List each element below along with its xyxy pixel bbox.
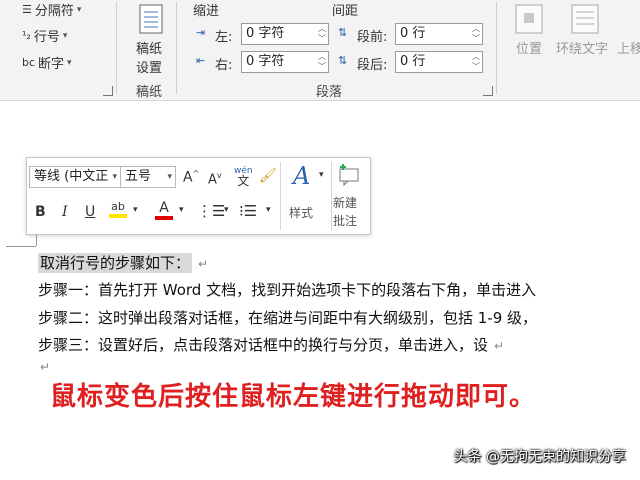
chevron-down-icon[interactable]: ▾ [133, 205, 138, 215]
paragraph-mark-icon: ↵ [198, 257, 209, 271]
spinner-arrows-icon[interactable]: ︿ ﹀ [318, 24, 326, 44]
breaks-button[interactable]: ☰ 分隔符 ▾ [22, 0, 81, 19]
hyphenation-icon: bc [22, 56, 36, 69]
paragraph-mark-icon: ↵ [494, 339, 505, 353]
breaks-label: 分隔符 [34, 4, 74, 19]
font-color-icon[interactable]: A [155, 200, 173, 220]
bold-icon[interactable]: B [35, 204, 46, 220]
phonetic-guide-icon[interactable]: wén 文 [234, 166, 253, 188]
margin-corner-mark [6, 246, 36, 247]
font-size-value: 五号 [125, 169, 152, 184]
indent-left-input[interactable]: 0 字符 ︿ ﹀ [241, 23, 329, 45]
space-before-label: 段前: [357, 30, 388, 45]
toolbar-divider [280, 162, 281, 230]
wrap-text-icon [571, 4, 599, 34]
indent-left-value: 0 字符 [246, 26, 285, 41]
space-before-input[interactable]: 0 行 ︿ ﹀ [395, 23, 483, 45]
underline-icon[interactable]: U [85, 204, 95, 220]
spinner-arrows-icon[interactable]: ︿ ﹀ [472, 52, 480, 72]
doc-line-4[interactable]: 步骤三：设置好后，点击段落对话框中的换行与分页，单击进入，设 ↵ [38, 334, 504, 355]
manuscript-settings-line2[interactable]: 设置 [136, 57, 162, 76]
spacing-header: 间距 [332, 4, 359, 19]
ribbon: ☰ 分隔符 ▾ ¹₂ 行号 ▾ bc 断字 ▾ 稿纸 设置 稿纸 缩进 间距 ⇥… [0, 0, 640, 101]
paragraph-mark-icon: ↵ [40, 360, 51, 374]
bullets-icon[interactable]: ⋮☰ [197, 202, 225, 220]
indent-right-icon: ⇤ [196, 54, 206, 67]
indent-left-label: 左: [215, 30, 233, 45]
wrap-text-button[interactable]: 环绕文字 [556, 38, 608, 57]
manuscript-settings-line1[interactable]: 稿纸 [136, 38, 162, 57]
chevron-down-icon: ▾ [76, 4, 82, 15]
space-before-icon: ⇅ [338, 26, 348, 39]
spinner-arrows-icon[interactable]: ︿ ﹀ [472, 24, 480, 44]
format-painter-icon[interactable]: 🖌 [259, 168, 277, 184]
line-numbers-label: 行号 [33, 30, 60, 45]
grow-font-icon[interactable]: A^ [183, 169, 199, 186]
indent-header: 缩进 [193, 4, 220, 19]
doc-line-2[interactable]: 步骤一：首先打开 Word 文档，找到开始选项卡下的段落右下角，单击进入 [38, 279, 536, 300]
mini-toolbar: 等线 (中文正 ▾ 五号 ▾ A^ Av wén 文 🖌 B I U ab ▾ A… [26, 157, 371, 235]
numbering-icon[interactable]: ⁝☰ [239, 202, 257, 220]
page-setup-launcher[interactable] [103, 86, 113, 96]
group-divider [496, 2, 497, 94]
indent-left-icon: ⇥ [196, 26, 206, 39]
new-comment-line1[interactable]: 新建 [333, 194, 357, 211]
selected-text[interactable]: 取消行号的步骤如下： [38, 253, 193, 273]
font-size-select[interactable]: 五号 ▾ [120, 166, 176, 188]
chevron-down-icon[interactable]: ▾ [266, 205, 271, 215]
chevron-down-icon[interactable]: ▾ [224, 205, 229, 215]
chevron-down-icon: ▾ [112, 172, 117, 182]
new-comment-icon[interactable] [337, 164, 361, 186]
space-after-input[interactable]: 0 行 ︿ ﹀ [395, 51, 483, 73]
space-after-label: 段后: [357, 58, 388, 73]
manuscript-icon [139, 4, 163, 34]
manuscript-group-label: 稿纸 [136, 85, 163, 100]
space-before-value: 0 行 [400, 26, 426, 41]
spinner-arrows-icon[interactable]: ︿ ﹀ [318, 52, 326, 72]
hyphenation-label: 断字 [38, 57, 65, 72]
chevron-down-icon[interactable]: ▾ [319, 170, 324, 180]
chevron-down-icon: ▾ [62, 30, 68, 41]
line-numbers-icon: ¹₂ [22, 29, 31, 42]
instruction-caption: 鼠标变色后按住鼠标左键进行拖动即可。 [50, 382, 537, 412]
hyphenation-button[interactable]: bc 断字 ▾ [22, 53, 72, 72]
highlight-icon[interactable]: ab [109, 200, 127, 218]
toolbar-divider [331, 162, 332, 230]
italic-icon[interactable]: I [62, 204, 68, 220]
chevron-down-icon: ▾ [67, 57, 72, 68]
indent-right-input[interactable]: 0 字符 ︿ ﹀ [241, 51, 329, 73]
paragraph-group-label: 段落 [316, 85, 343, 100]
doc-line-3[interactable]: 步骤二：这时弹出段落对话框，在缩进与间距中有大纲级别，包括 1-9 级， [38, 307, 537, 328]
line-numbers-button[interactable]: ¹₂ 行号 ▾ [22, 26, 67, 45]
space-after-value: 0 行 [400, 54, 426, 69]
space-after-icon: ⇅ [338, 54, 348, 67]
group-divider [176, 2, 177, 94]
bring-forward-button[interactable]: 上移 [617, 38, 640, 57]
indent-right-value: 0 字符 [246, 54, 285, 69]
doc-line-1[interactable]: 取消行号的步骤如下： ↵ [38, 252, 208, 273]
watermark: 头条 @无拘无束的知识分享 [453, 449, 626, 465]
new-comment-line2[interactable]: 批注 [333, 212, 357, 229]
chevron-down-icon: ▾ [167, 172, 172, 182]
styles-icon[interactable]: A [293, 162, 310, 190]
font-name-select[interactable]: 等线 (中文正 ▾ [29, 166, 121, 188]
indent-right-label: 右: [215, 58, 233, 73]
position-button[interactable]: 位置 [516, 38, 542, 57]
font-name-value: 等线 (中文正 [34, 169, 109, 184]
chevron-down-icon[interactable]: ▾ [179, 205, 184, 215]
position-icon [515, 4, 543, 34]
styles-label[interactable]: 样式 [289, 204, 313, 221]
breaks-icon: ☰ [22, 3, 32, 16]
group-divider [116, 2, 117, 94]
paragraph-launcher[interactable] [483, 86, 493, 96]
shrink-font-icon[interactable]: Av [208, 171, 222, 187]
doc-line-4-text: 步骤三：设置好后，点击段落对话框中的换行与分页，单击进入，设 [38, 336, 489, 354]
